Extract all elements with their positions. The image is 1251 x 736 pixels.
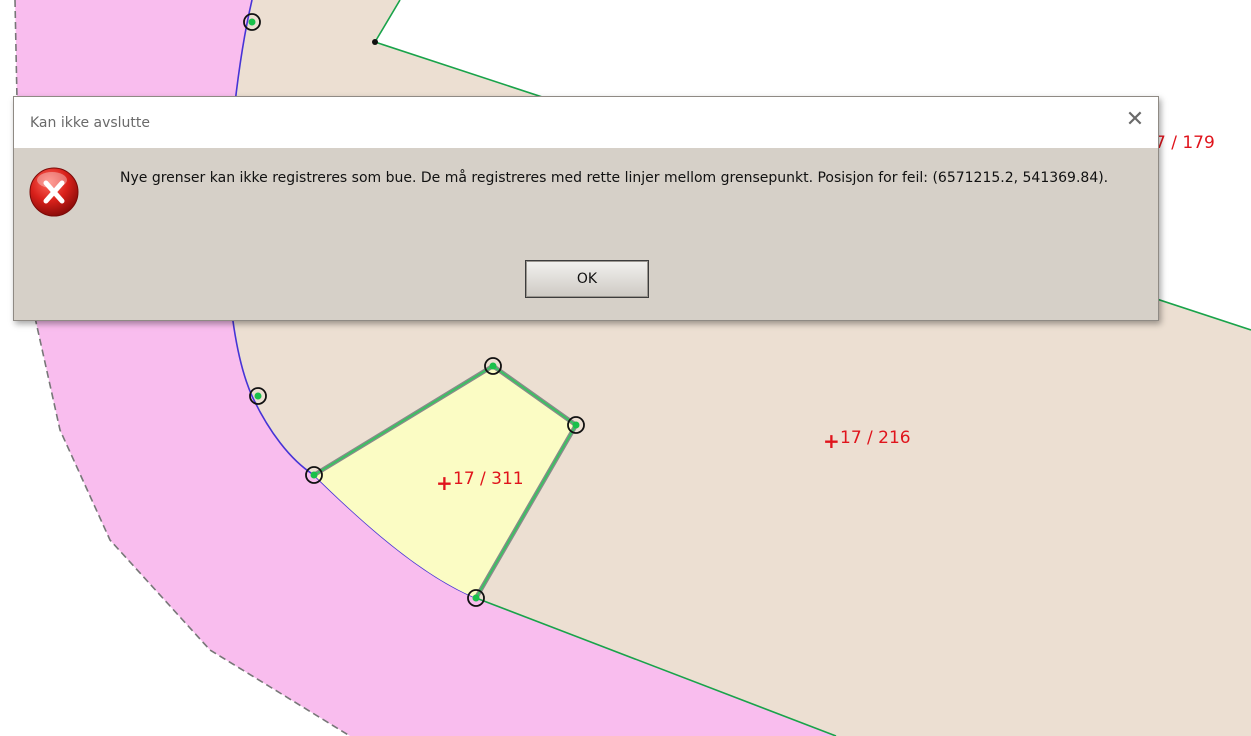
dialog-message: Nye grenser kan ikke registreres som bue…: [120, 170, 1109, 186]
dialog-title: Kan ikke avslutte: [30, 115, 151, 131]
parcel-label-216: 17 / 216: [840, 428, 911, 448]
dialog-titlebar[interactable]: Kan ikke avslutte ✕: [14, 97, 1158, 148]
parcel-label-311: 17 / 311: [453, 469, 524, 489]
parcel-marker-plus-icon: +: [436, 471, 453, 495]
close-icon: ✕: [1125, 106, 1145, 132]
parcel-label-179: 7 / 179: [1155, 133, 1215, 153]
small-vertex[interactable]: [372, 39, 378, 45]
ok-button[interactable]: OK: [525, 260, 649, 298]
parcel-marker-plus-icon: +: [823, 429, 840, 453]
close-button[interactable]: ✕: [1112, 97, 1158, 141]
error-icon: [29, 167, 79, 217]
error-dialog: Kan ikke avslutte ✕ Nye grenser kan ikke…: [13, 96, 1159, 321]
